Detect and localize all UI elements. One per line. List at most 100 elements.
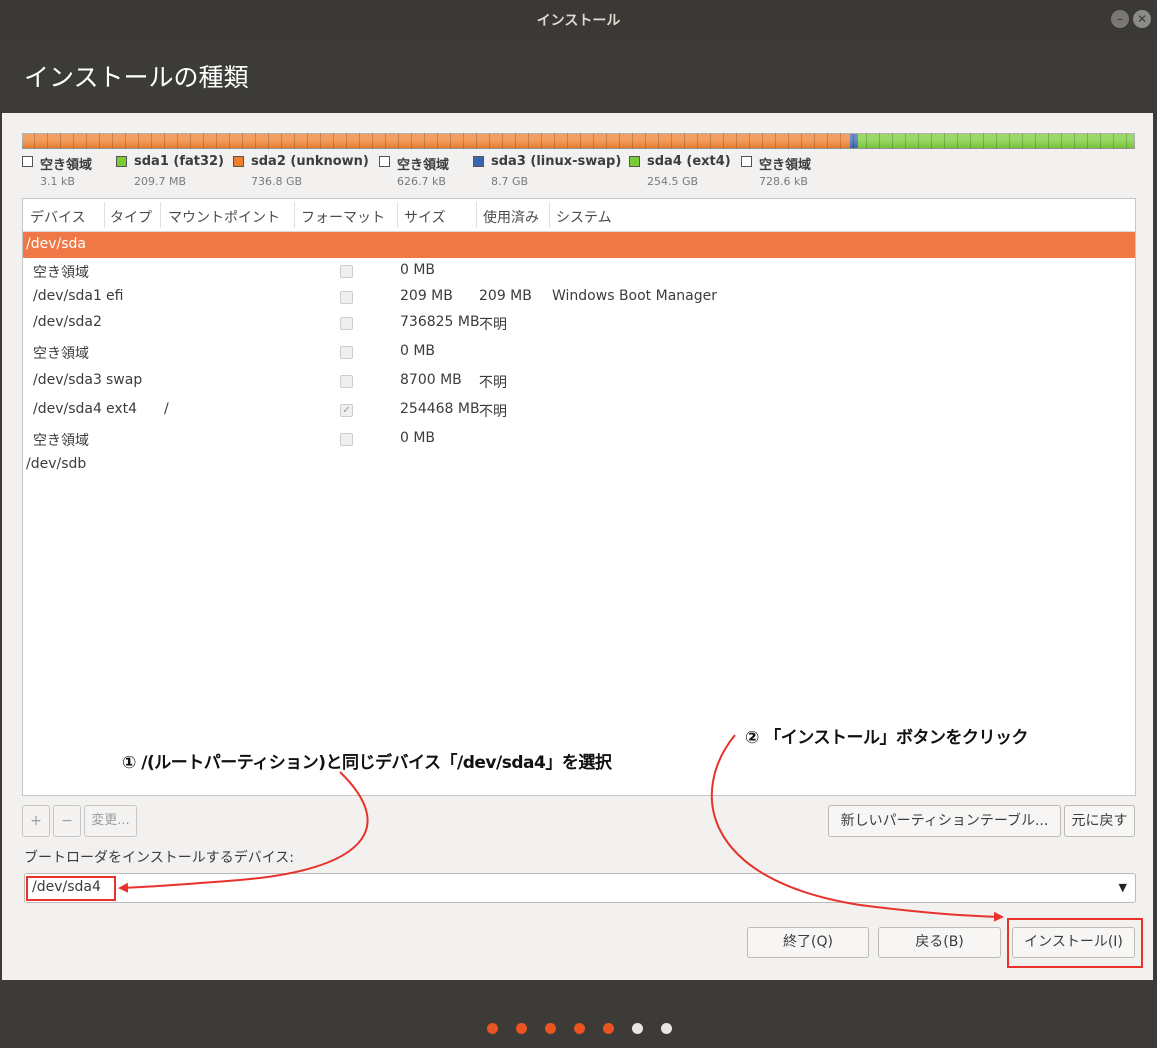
progress-dot-done — [516, 1023, 527, 1034]
col-size[interactable]: サイズ — [404, 207, 446, 227]
legend-swatch — [22, 156, 33, 167]
cell-size: 254468 MB — [400, 401, 480, 417]
annotation-step2: ② 「インストール」ボタンをクリック — [745, 728, 1028, 748]
partition-segment — [858, 134, 1134, 148]
table-row[interactable]: 空き領域 0 MB — [23, 339, 1135, 365]
back-button[interactable]: 戻る(B) — [878, 927, 1001, 958]
format-checkbox[interactable] — [340, 375, 353, 388]
partition-segment — [25, 134, 850, 148]
table-row[interactable]: /dev/sda1 efi 209 MB 209 MB Windows Boot… — [23, 284, 1135, 310]
cell-device: /dev/sda — [26, 236, 86, 252]
column-divider — [104, 202, 105, 228]
cell-size: 0 MB — [400, 430, 436, 446]
progress-dot-pending — [661, 1023, 672, 1034]
cell-device: 空き領域 — [33, 433, 89, 449]
progress-dot-done — [574, 1023, 585, 1034]
table-row[interactable]: /dev/sda — [23, 232, 1135, 258]
title-bar: インストール – ✕ — [0, 0, 1157, 38]
format-checkbox[interactable] — [340, 265, 353, 278]
cell-device: /dev/sdb — [26, 456, 87, 472]
cell-used: 不明 — [479, 375, 507, 391]
cell-system: Windows Boot Manager — [552, 288, 717, 304]
change-partition-button[interactable]: 変更... — [84, 805, 137, 837]
bootloader-device-select[interactable]: /dev/sda4 ▼ — [24, 873, 1136, 903]
progress-dot-done — [545, 1023, 556, 1034]
legend-swatch — [473, 156, 484, 167]
legend-name: 空き領域 — [40, 158, 93, 173]
format-checkbox[interactable] — [340, 433, 353, 446]
table-row[interactable]: /dev/sda3 swap 8700 MB 不明 — [23, 368, 1135, 394]
cell-size: 0 MB — [400, 343, 436, 359]
close-icon[interactable]: ✕ — [1133, 10, 1151, 28]
legend-name: 空き領域 — [759, 158, 812, 173]
legend-name: sda3 (linux-swap) — [491, 154, 622, 169]
cell-device: /dev/sda4 — [33, 401, 102, 417]
partition-bar — [22, 133, 1135, 149]
dropdown-arrow-icon: ▼ — [1118, 881, 1127, 894]
legend-size: 626.7 kB — [397, 175, 446, 188]
cell-used: 209 MB — [479, 288, 532, 304]
legend-size: 728.6 kB — [759, 175, 808, 188]
legend-size: 209.7 MB — [134, 175, 187, 188]
format-checkbox[interactable] — [340, 317, 353, 330]
legend-size: 736.8 GB — [251, 175, 303, 188]
minimize-icon[interactable]: – — [1111, 10, 1129, 28]
format-checkbox[interactable] — [340, 291, 353, 304]
cell-used: 不明 — [479, 317, 507, 333]
add-partition-button[interactable]: + — [22, 805, 50, 837]
partition-table: デバイス タイプ マウントポイント フォーマット サイズ 使用済み システム /… — [22, 198, 1136, 796]
cell-device: /dev/sda1 — [33, 288, 102, 304]
col-system[interactable]: システム — [556, 207, 612, 227]
cell-type: swap — [106, 372, 143, 388]
col-type[interactable]: タイプ — [110, 207, 152, 227]
partition-segment — [849, 134, 859, 148]
table-row[interactable]: /dev/sda4 ext4 / ✓ 254468 MB 不明 — [23, 397, 1135, 423]
col-mount[interactable]: マウントポイント — [168, 207, 280, 227]
column-divider — [160, 202, 161, 228]
remove-partition-button[interactable]: − — [53, 805, 81, 837]
column-divider — [549, 202, 550, 228]
legend-swatch — [233, 156, 244, 167]
col-format[interactable]: フォーマット — [301, 207, 385, 227]
bootloader-label: ブートローダをインストールするデバイス: — [24, 850, 295, 866]
legend-swatch — [629, 156, 640, 167]
page-header: インストールの種類 — [0, 38, 1157, 113]
cell-size: 8700 MB — [400, 372, 462, 388]
cell-device: 空き領域 — [33, 265, 89, 281]
cell-mount: / — [164, 401, 169, 417]
legend-size: 3.1 kB — [40, 175, 75, 188]
legend-name: 空き領域 — [397, 158, 450, 173]
progress-dot-done — [603, 1023, 614, 1034]
window-title: インストール — [536, 13, 621, 29]
cell-size: 736825 MB — [400, 314, 480, 330]
legend-size: 8.7 GB — [491, 175, 529, 188]
cell-device: /dev/sda2 — [33, 314, 102, 330]
column-divider — [397, 202, 398, 228]
table-row[interactable]: /dev/sda2 736825 MB 不明 — [23, 310, 1135, 336]
table-row[interactable]: /dev/sdb — [23, 452, 1135, 478]
legend-swatch — [116, 156, 127, 167]
legend-name: sda2 (unknown) — [251, 154, 369, 169]
format-checkbox-checked[interactable]: ✓ — [340, 404, 353, 417]
format-checkbox[interactable] — [340, 346, 353, 359]
quit-button[interactable]: 終了(Q) — [747, 927, 869, 958]
cell-type: efi — [106, 288, 124, 304]
table-row[interactable]: 空き領域 0 MB — [23, 426, 1135, 452]
cell-used: 不明 — [479, 404, 507, 420]
legend-size: 254.5 GB — [647, 175, 699, 188]
new-partition-table-button[interactable]: 新しいパーティションテーブル... — [828, 805, 1061, 837]
install-button[interactable]: インストール(I) — [1012, 927, 1135, 958]
col-used[interactable]: 使用済み — [483, 207, 539, 227]
legend-swatch — [379, 156, 390, 167]
revert-button[interactable]: 元に戻す — [1064, 805, 1135, 837]
cell-type: ext4 — [106, 401, 138, 417]
annotation-step1: ① /(ルートパーティション)と同じデバイス「/dev/sda4」を選択 — [122, 753, 612, 773]
page-title: インストールの種類 — [24, 63, 249, 92]
bootloader-selected-value: /dev/sda4 — [32, 879, 101, 895]
progress-dot-pending — [632, 1023, 643, 1034]
cell-device: 空き領域 — [33, 346, 89, 362]
legend-name: sda1 (fat32) — [134, 154, 225, 169]
col-device[interactable]: デバイス — [30, 207, 86, 227]
table-row[interactable]: 空き領域 0 MB — [23, 258, 1135, 284]
column-divider — [294, 202, 295, 228]
